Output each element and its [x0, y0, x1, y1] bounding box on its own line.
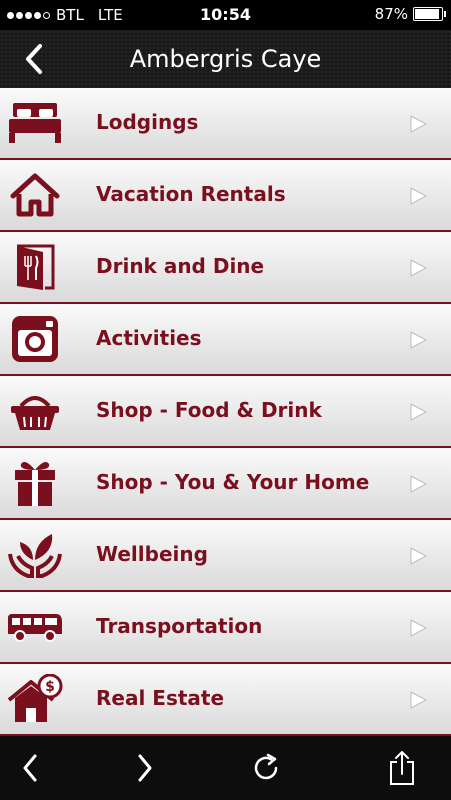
list-item-shop-you-your-home[interactable]: Shop - You & Your Home	[0, 448, 451, 520]
bed-icon	[6, 98, 64, 148]
list-item-label: Shop - Food & Drink	[96, 398, 322, 422]
browser-back-button[interactable]	[10, 750, 50, 786]
navigation-bar: Ambergris Caye	[0, 30, 451, 88]
list-item-label: Lodgings	[96, 110, 199, 134]
list-item-activities[interactable]: Activities	[0, 304, 451, 376]
list-item-label: Drink and Dine	[96, 254, 265, 278]
chevron-right-icon	[410, 475, 427, 493]
list-item-label: Real Estate	[96, 686, 225, 710]
battery-percent: 87%	[374, 5, 408, 23]
door-fork-knife-icon	[6, 242, 64, 292]
gift-icon	[6, 458, 64, 508]
page-title: Ambergris Caye	[129, 45, 322, 73]
chevron-right-icon	[138, 754, 152, 782]
list-item-drink-and-dine[interactable]: Drink and Dine	[0, 232, 451, 304]
share-button[interactable]	[382, 750, 422, 786]
category-list: Lodgings Vacation Rentals Drink and Dine	[0, 88, 451, 736]
chevron-right-icon	[410, 331, 427, 349]
status-bar: BTL LTE 10:54 87%	[0, 0, 451, 30]
basket-icon	[6, 386, 64, 436]
chevron-right-icon	[410, 115, 427, 133]
list-item-label: Transportation	[96, 614, 263, 638]
house-icon	[6, 170, 64, 220]
chevron-left-icon	[23, 754, 37, 782]
list-item-lodgings[interactable]: Lodgings	[0, 88, 451, 160]
list-item-label: Activities	[96, 326, 202, 350]
chevron-right-icon	[410, 403, 427, 421]
browser-forward-button[interactable]	[125, 750, 165, 786]
camera-icon	[6, 314, 64, 364]
chevron-right-icon	[410, 547, 427, 565]
reload-icon	[254, 753, 278, 780]
bottom-toolbar	[0, 736, 451, 800]
list-item-label: Wellbeing	[96, 542, 208, 566]
list-item-label: Vacation Rentals	[96, 182, 286, 206]
list-item-real-estate[interactable]: $ Real Estate	[0, 664, 451, 736]
svg-text:$: $	[45, 679, 55, 695]
list-item-vacation-rentals[interactable]: Vacation Rentals	[0, 160, 451, 232]
share-icon	[390, 751, 414, 785]
list-item-label: Shop - You & Your Home	[96, 470, 370, 494]
hands-leaf-icon	[6, 530, 64, 580]
battery-icon	[413, 7, 446, 21]
house-dollar-icon: $	[6, 674, 64, 724]
chevron-right-icon	[410, 619, 427, 637]
list-item-wellbeing[interactable]: Wellbeing	[0, 520, 451, 592]
bus-icon	[6, 602, 64, 652]
list-item-shop-food-drink[interactable]: Shop - Food & Drink	[0, 376, 451, 448]
chevron-right-icon	[410, 187, 427, 205]
chevron-right-icon	[410, 691, 427, 709]
list-item-transportation[interactable]: Transportation	[0, 592, 451, 664]
battery-info: 87%	[374, 5, 446, 23]
reload-button[interactable]	[246, 750, 286, 786]
chevron-right-icon	[410, 259, 427, 277]
